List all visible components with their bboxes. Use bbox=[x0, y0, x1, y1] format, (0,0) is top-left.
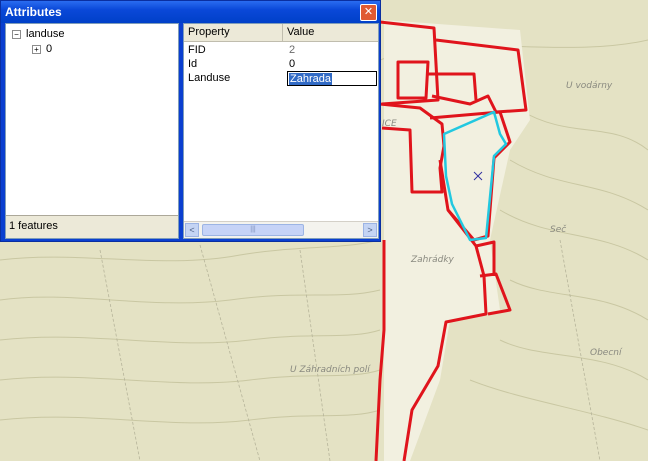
table-row[interactable]: Id 0 bbox=[184, 57, 378, 71]
tree-node-label: 0 bbox=[46, 43, 53, 55]
close-icon: ✕ bbox=[363, 5, 374, 18]
map-label-obecni: Obecní bbox=[590, 348, 623, 358]
collapse-icon[interactable]: − bbox=[12, 29, 21, 39]
chevron-left-icon: < bbox=[189, 225, 195, 235]
table-row[interactable]: Landuse Zahrada bbox=[184, 71, 378, 86]
property-value: 2 bbox=[289, 44, 296, 56]
column-header-property[interactable]: Property bbox=[184, 24, 283, 41]
close-button[interactable]: ✕ bbox=[360, 4, 377, 21]
map-label-sec: Seč bbox=[550, 224, 567, 235]
horizontal-scrollbar[interactable]: < ||| > bbox=[184, 221, 378, 238]
tree-node-label: landuse bbox=[26, 28, 65, 40]
grid-header: Property Value bbox=[184, 24, 378, 42]
attributes-window[interactable]: Attributes ✕ − landuse +0 1 features Prop… bbox=[0, 0, 381, 242]
chevron-right-icon: > bbox=[367, 225, 373, 235]
scroll-right-button[interactable]: > bbox=[363, 223, 377, 237]
scroll-left-button[interactable]: < bbox=[185, 223, 199, 237]
expand-icon[interactable]: + bbox=[32, 44, 41, 54]
map-label-village: ICE bbox=[382, 119, 397, 129]
map-label-u-vodarny: U vodárny bbox=[566, 81, 613, 91]
landuse-value-input[interactable]: Zahrada bbox=[287, 71, 377, 86]
map-label-zahradky: Zahrádky bbox=[410, 255, 455, 265]
window-title: Attributes bbox=[5, 5, 62, 19]
tree-node-landuse[interactable]: − landuse bbox=[12, 27, 65, 41]
scrollbar-thumb[interactable]: ||| bbox=[202, 224, 304, 236]
property-value: 0 bbox=[289, 58, 296, 70]
feature-count-status: 1 features bbox=[6, 215, 178, 238]
property-grid: Property Value FID 2 Id 0 Landuse Zahrad… bbox=[183, 23, 379, 239]
map-label-u-zahradnich-poli: U Záhradních polí bbox=[290, 365, 371, 375]
tree-node-feature[interactable]: +0 bbox=[32, 42, 52, 56]
window-titlebar[interactable]: Attributes ✕ bbox=[1, 1, 380, 23]
table-row[interactable]: FID 2 bbox=[184, 43, 378, 57]
property-name: Id bbox=[188, 58, 198, 70]
layer-tree: − landuse +0 bbox=[6, 24, 178, 216]
property-name: FID bbox=[188, 44, 206, 56]
layer-tree-panel: − landuse +0 1 features bbox=[5, 23, 179, 239]
selected-text: Zahrada bbox=[289, 73, 332, 85]
grip-icon: ||| bbox=[250, 226, 256, 233]
property-name: Landuse bbox=[188, 72, 231, 84]
column-header-value[interactable]: Value bbox=[283, 24, 378, 41]
